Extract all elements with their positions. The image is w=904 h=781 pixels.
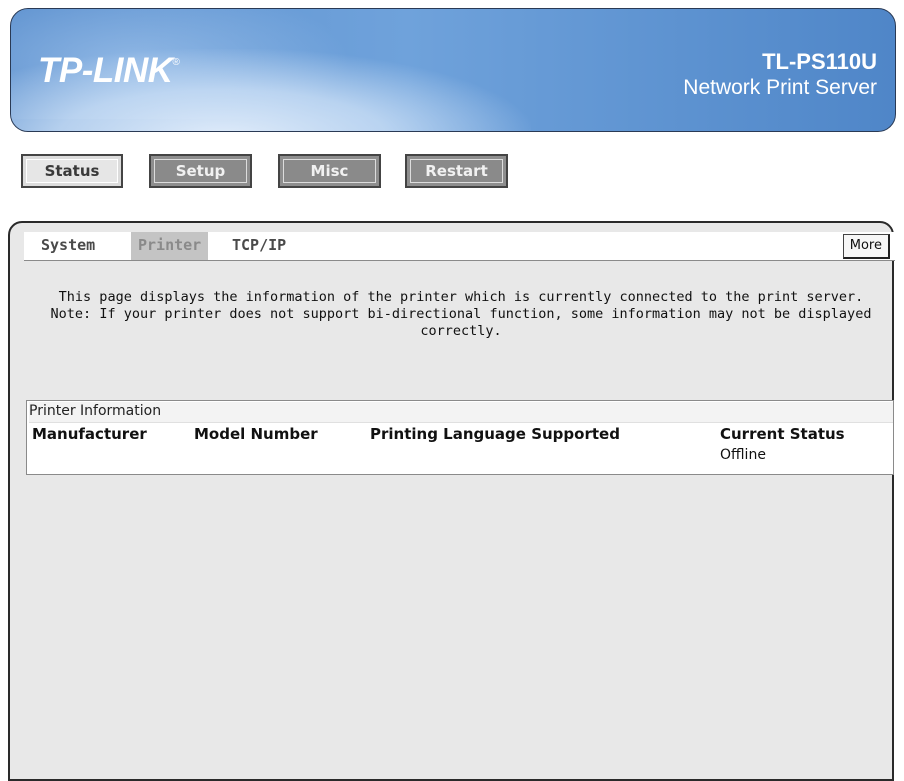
printing-language-header: Printing Language Supported	[370, 425, 620, 443]
current-status-value: Offline	[720, 447, 766, 463]
setup-button[interactable]: Setup	[149, 154, 252, 188]
tab-printer[interactable]: Printer	[131, 232, 209, 260]
status-button-label: Status	[26, 159, 118, 183]
tab-tcpip[interactable]: TCP/IP	[225, 232, 293, 260]
restart-button[interactable]: Restart	[405, 154, 508, 188]
description-text: This page displays the information of th…	[58, 289, 864, 305]
tab-system[interactable]: System	[34, 232, 102, 260]
logo-text: TP-LINK	[38, 51, 173, 90]
sub-navigation: System Printer TCP/IP More	[24, 232, 895, 261]
setup-button-label: Setup	[154, 159, 247, 183]
misc-button-label: Misc	[283, 159, 376, 183]
printer-info-table: Printer Information Manufacturer Model N…	[26, 400, 894, 475]
product-title: TL-PS110U Network Print Server	[683, 49, 877, 101]
header-banner: TP-LINK® TL-PS110U Network Print Server	[10, 8, 896, 132]
model-description: Network Print Server	[683, 76, 877, 99]
printer-info-title: Printer Information	[29, 402, 893, 423]
current-status-header: Current Status	[720, 425, 845, 443]
restart-button-label: Restart	[410, 159, 503, 183]
model-name: TL-PS110U	[762, 49, 877, 74]
note-text: Note: If your printer does not support b…	[50, 306, 872, 339]
model-number-header: Model Number	[194, 425, 318, 443]
misc-button[interactable]: Misc	[278, 154, 381, 188]
tp-link-logo: TP-LINK®	[38, 51, 180, 91]
more-button[interactable]: More	[842, 234, 890, 259]
status-button[interactable]: Status	[21, 154, 123, 188]
content-panel: System Printer TCP/IP More This page dis…	[8, 221, 895, 781]
page-description: This page displays the information of th…	[36, 289, 886, 340]
registered-mark: ®	[172, 57, 180, 68]
manufacturer-header: Manufacturer	[32, 425, 147, 443]
